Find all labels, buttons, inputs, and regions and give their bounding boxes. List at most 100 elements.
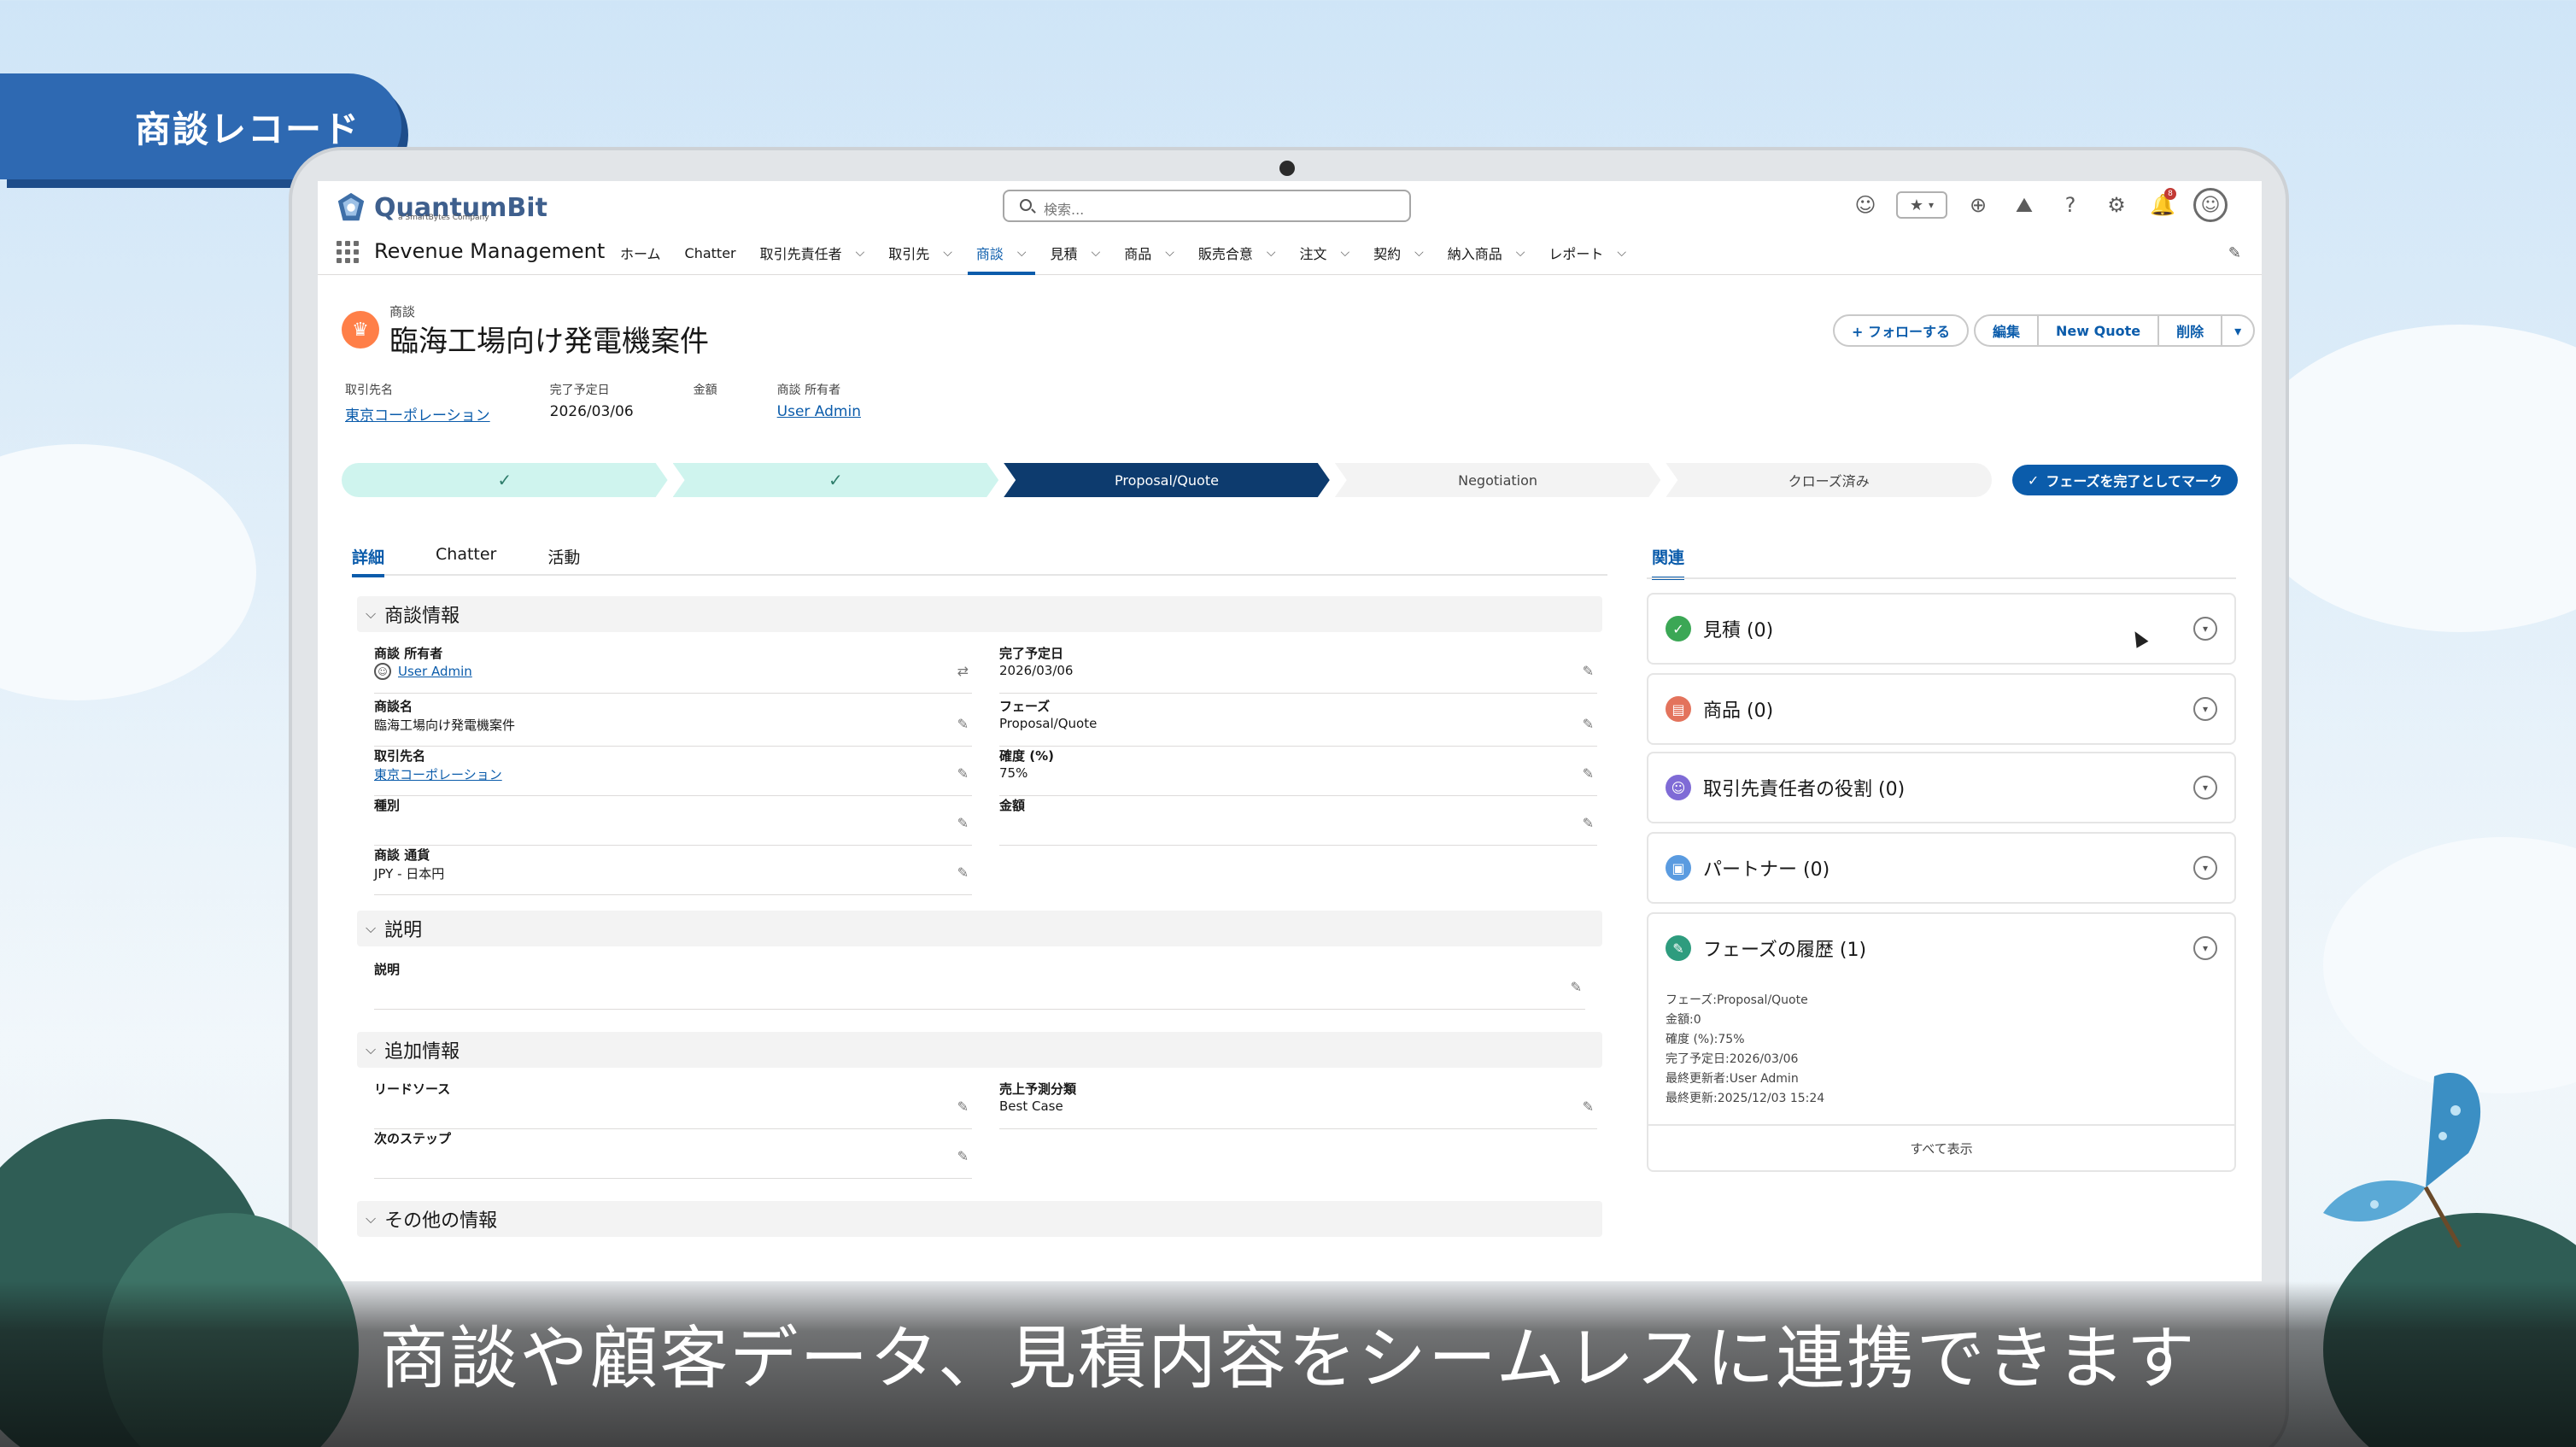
chevron-down-icon[interactable]: ⌵ [1617, 246, 1626, 260]
section-opportunity-info[interactable]: ⌵ 商談情報 [357, 596, 1602, 632]
nav-item-8[interactable]: 注文 ⌵ [1287, 231, 1361, 275]
nav-item-3[interactable]: 取引先 ⌵ [876, 231, 964, 275]
highlight-field: 金額 [694, 381, 717, 425]
related-card-title[interactable]: 取引先責任者の役割 (0) [1703, 774, 1905, 801]
chevron-down-icon[interactable]: ⌵ [1340, 246, 1349, 260]
delete-button[interactable]: 削除 [2157, 314, 2223, 347]
nav-item-0[interactable]: ホーム [608, 231, 673, 275]
field-label: 金額 [999, 798, 1026, 813]
path-step-4[interactable]: クローズ済み [1666, 463, 1992, 497]
chevron-down-icon[interactable]: ⌵ [943, 246, 952, 260]
section-other-info[interactable]: ⌵ その他の情報 [357, 1201, 1602, 1237]
chevron-down-icon[interactable]: ⌵ [1165, 246, 1174, 260]
mark-stage-complete-button[interactable]: ✓ フェーズを完了としてマーク [2012, 465, 2238, 495]
highlight-value[interactable]: User Admin [777, 403, 861, 422]
owner-link[interactable]: User Admin [398, 664, 472, 679]
user-avatar[interactable]: ☺ [2193, 188, 2228, 222]
app-launcher-icon[interactable] [337, 241, 359, 263]
pencil-icon[interactable]: ✎ [957, 1148, 969, 1164]
tab-related[interactable]: 関連 [1652, 536, 1685, 580]
pencil-icon[interactable]: ✎ [957, 815, 969, 831]
tab-detail[interactable]: 詳細 [352, 536, 385, 577]
related-card-header[interactable]: ☺ 取引先責任者の役割 (0) ▾ [1648, 753, 2234, 822]
related-card-title[interactable]: パートナー (0) [1703, 854, 1830, 882]
more-actions-button[interactable]: ▾ [2221, 314, 2256, 347]
nav-item-6[interactable]: 商品 ⌵ [1112, 231, 1186, 275]
assistant-icon[interactable]: ☺ [1850, 190, 1881, 220]
nav-item-label: Chatter [684, 244, 736, 261]
chevron-down-icon: ▾ [1929, 199, 1935, 211]
nav-item-10[interactable]: 納入商品 ⌵ [1436, 231, 1537, 275]
check-icon: ✓ [2027, 472, 2040, 489]
favorites-button[interactable]: ★ ▾ [1896, 191, 1947, 219]
field-value: JPY - 日本円 [374, 866, 445, 882]
card-menu-chevron-icon[interactable]: ▾ [2193, 776, 2217, 800]
tab-activity[interactable]: 活動 [547, 536, 580, 576]
pencil-icon[interactable]: ✎ [1571, 979, 1582, 995]
card-menu-chevron-icon[interactable]: ▾ [2193, 856, 2217, 880]
chevron-down-icon[interactable]: ⌵ [1267, 246, 1276, 260]
view-all-link[interactable]: すべて表示 [1648, 1124, 2234, 1170]
partner-icon: ▣ [1666, 855, 1691, 881]
change-owner-icon[interactable]: ⇄ [957, 663, 969, 679]
related-card-header[interactable]: ✎ フェーズの履歴 (1) ▾ [1648, 914, 2234, 982]
history-line: 確度 (%):75% [1666, 1033, 1745, 1046]
nav-item-11[interactable]: レポート ⌵ [1537, 231, 1638, 275]
follow-button[interactable]: + フォローする [1833, 314, 1969, 347]
field-label: 完了予定日 [999, 646, 1064, 661]
nav-item-1[interactable]: Chatter [673, 231, 748, 275]
related-card-header[interactable]: ✓ 見積 (0) ▾ [1648, 595, 2234, 663]
related-card-title[interactable]: フェーズの履歴 (1) [1703, 934, 1866, 962]
tab-chatter[interactable]: Chatter [436, 536, 496, 576]
pencil-icon[interactable]: ✎ [1583, 815, 1594, 831]
section-additional-info[interactable]: ⌵ 追加情報 [357, 1032, 1602, 1068]
section-description[interactable]: ⌵ 説明 [357, 911, 1602, 946]
chevron-down-icon[interactable]: ⌵ [1017, 246, 1027, 260]
pencil-icon[interactable]: ✎ [957, 864, 969, 881]
card-menu-chevron-icon[interactable]: ▾ [2193, 936, 2217, 960]
chevron-down-icon[interactable]: ⌵ [856, 246, 865, 260]
related-card-header[interactable]: ▤ 商品 (0) ▾ [1648, 675, 2234, 743]
new-quote-button[interactable]: New Quote [2037, 314, 2160, 347]
help-icon[interactable]: ? [2055, 190, 2086, 220]
nav-item-2[interactable]: 取引先責任者 ⌵ [748, 231, 877, 275]
related-card-title[interactable]: 見積 (0) [1703, 615, 1773, 642]
card-menu-chevron-icon[interactable]: ▾ [2193, 697, 2217, 721]
path-step-1[interactable]: ✓ [673, 463, 999, 497]
chevron-down-icon[interactable]: ⌵ [1092, 246, 1101, 260]
global-create-icon[interactable]: ⊕ [1963, 190, 1993, 220]
edit-nav-icon[interactable]: ✎ [2228, 244, 2241, 262]
pencil-icon[interactable]: ✎ [1583, 765, 1594, 782]
trailhead-icon[interactable]: ⛰ [2009, 190, 2040, 220]
nav-item-7[interactable]: 販売合意 ⌵ [1186, 231, 1288, 275]
history-line: フェーズ:Proposal/Quote [1666, 993, 1808, 1007]
nav-item-9[interactable]: 契約 ⌵ [1361, 231, 1436, 275]
chevron-down-icon[interactable]: ⌵ [1414, 246, 1424, 260]
path-step-3[interactable]: Negotiation [1335, 463, 1661, 497]
chevron-down-icon: ⌵ [366, 920, 377, 936]
chevron-down-icon[interactable]: ⌵ [1516, 246, 1525, 260]
related-card-header[interactable]: ▣ パートナー (0) ▾ [1648, 834, 2234, 902]
nav-item-5[interactable]: 見積 ⌵ [1039, 231, 1113, 275]
path-step-0[interactable]: ✓ [342, 463, 668, 497]
nav-item-4[interactable]: 商談 ⌵ [964, 231, 1039, 275]
contact-role-icon: ☺ [1666, 775, 1691, 800]
edit-button[interactable]: 編集 [1973, 314, 2039, 347]
global-search-input[interactable]: 検索... [1003, 190, 1411, 222]
gear-icon[interactable]: ⚙ [2101, 190, 2132, 220]
notifications-bell-icon[interactable]: 🔔 8 [2147, 188, 2178, 220]
highlight-value[interactable]: 東京コーポレーション [345, 403, 490, 425]
pencil-icon[interactable]: ✎ [1583, 1098, 1594, 1115]
pencil-icon[interactable]: ✎ [1583, 663, 1594, 679]
related-card-title[interactable]: 商品 (0) [1703, 695, 1773, 723]
pencil-icon[interactable]: ✎ [957, 765, 969, 782]
path-step-2[interactable]: Proposal/Quote [1004, 463, 1330, 497]
account-link[interactable]: 東京コーポレーション [374, 765, 502, 783]
pencil-icon[interactable]: ✎ [1583, 716, 1594, 732]
card-menu-chevron-icon[interactable]: ▾ [2193, 617, 2217, 641]
pencil-icon[interactable]: ✎ [957, 716, 969, 732]
subtitle-caption: 商談や顧客データ、見積内容をシームレスに連携できます [0, 1281, 2576, 1447]
opportunity-crown-icon: ♛ [342, 311, 379, 349]
pencil-icon[interactable]: ✎ [957, 1098, 969, 1115]
history-line: 最終更新者:User Admin [1666, 1072, 1799, 1086]
